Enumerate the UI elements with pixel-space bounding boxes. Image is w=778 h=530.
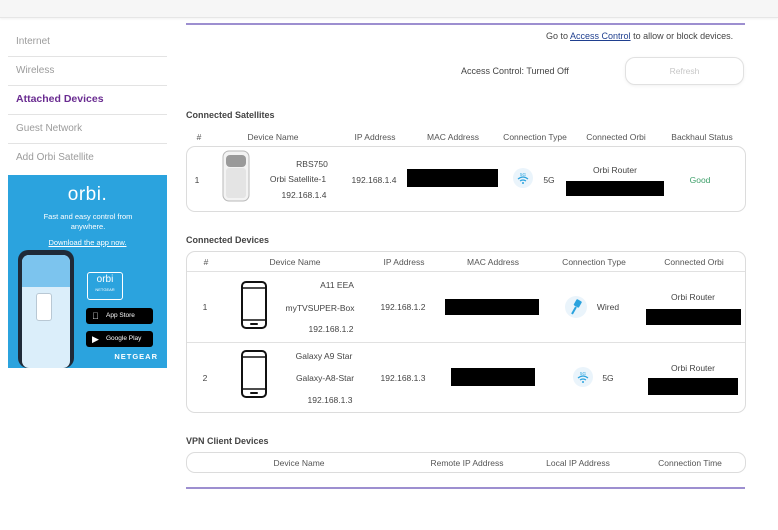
- redacted-orbi-mac: [648, 378, 738, 395]
- promo-tagline: Fast and easy control from anywhere.: [43, 212, 133, 231]
- google-play-button[interactable]: ▶ Google Play: [86, 331, 153, 347]
- satellite-connected-orbi: Orbi Router: [593, 165, 637, 175]
- phone-illustration: [18, 250, 74, 368]
- col-header: Connected Orbi: [586, 132, 646, 142]
- col-header: MAC Address: [467, 257, 519, 267]
- refresh-button[interactable]: Refresh: [625, 57, 744, 85]
- device-model: A11 EEA: [320, 280, 354, 290]
- satellite-ip-sub: 192.168.1.4: [281, 190, 327, 200]
- col-header: Connected Orbi: [664, 257, 724, 267]
- col-header: #: [196, 132, 202, 142]
- device-connected-orbi: Orbi Router: [671, 292, 715, 302]
- sidebar-item-attached-devices[interactable]: Attached Devices: [8, 86, 167, 115]
- col-header: IP Address: [354, 132, 396, 142]
- device-connection: Wired: [596, 302, 620, 312]
- sidebar-item-internet[interactable]: Internet: [8, 28, 167, 57]
- orbi-logo: orbi.: [67, 184, 108, 205]
- wifi-5g-icon: 5G: [573, 367, 593, 387]
- svg-text:5G: 5G: [520, 172, 527, 177]
- wifi-5g-icon: 5G: [513, 168, 533, 188]
- row-number: 1: [202, 302, 208, 312]
- device-ip: 192.168.1.2: [380, 302, 426, 312]
- row-number: 1: [194, 175, 200, 185]
- apple-icon: : [92, 308, 99, 324]
- redacted-mac: [407, 169, 498, 187]
- redacted-orbi-mac: [646, 309, 741, 325]
- col-header: Remote IP Address: [430, 458, 504, 468]
- col-header: Local IP Address: [546, 458, 610, 468]
- satellite-name: Orbi Satellite-1: [269, 174, 327, 184]
- device-ip-sub: 192.168.1.3: [307, 395, 353, 405]
- col-header: Device Name: [247, 132, 299, 142]
- redacted-mac: [445, 299, 539, 315]
- orbi-app-logo: orbi NETGEAR: [87, 272, 123, 300]
- col-header: Connection Type: [562, 257, 626, 267]
- phone-icon: [240, 281, 268, 329]
- sidebar-item-guest-network[interactable]: Guest Network: [8, 115, 167, 144]
- top-header-bar: [0, 0, 778, 18]
- connected-satellites-title: Connected Satellites: [186, 110, 275, 120]
- connected-devices-title: Connected Devices: [186, 235, 270, 245]
- satellite-device-icon: [221, 150, 251, 202]
- netgear-logo: NETGEAR: [114, 352, 158, 361]
- satellite-connection: 5G: [543, 175, 555, 185]
- phone-icon: [240, 350, 268, 398]
- device-model: Galaxy A9 Star: [295, 351, 353, 361]
- row-number: 2: [202, 373, 208, 383]
- col-header: MAC Address: [427, 132, 479, 142]
- sidebar-item-add-orbi-satellite[interactable]: Add Orbi Satellite: [8, 144, 167, 173]
- device-name: myTVSUPER-Box: [285, 303, 355, 313]
- col-header: Device Name: [269, 257, 321, 267]
- col-header: #: [203, 257, 209, 267]
- device-connected-orbi: Orbi Router: [671, 363, 715, 373]
- satellite-model: RBS750: [296, 159, 328, 169]
- row-divider: [187, 271, 745, 272]
- device-connection: 5G: [602, 373, 614, 383]
- satellite-ip: 192.168.1.4: [351, 175, 397, 185]
- orbi-app-promo-banner[interactable]: orbi. Fast and easy control from anywher…: [8, 175, 167, 368]
- row-divider: [187, 342, 745, 343]
- redacted-orbi-mac: [566, 181, 664, 196]
- sidebar-nav: Internet Wireless Attached Devices Guest…: [8, 28, 167, 173]
- access-control-hint: Go to Access Control to allow or block d…: [546, 31, 734, 41]
- svg-text:5G: 5G: [580, 371, 587, 376]
- device-ip: 192.168.1.3: [380, 373, 426, 383]
- top-divider: [186, 23, 745, 25]
- col-header: Backhaul Status: [671, 132, 733, 142]
- col-header: Connection Type: [503, 132, 567, 142]
- sidebar-item-wireless[interactable]: Wireless: [8, 57, 167, 86]
- ethernet-icon: [565, 296, 587, 318]
- col-header: Connection Time: [658, 458, 722, 468]
- access-control-status: Access Control: Turned Off: [461, 66, 569, 76]
- vpn-client-devices-title: VPN Client Devices: [186, 436, 269, 446]
- bottom-divider: [186, 487, 745, 489]
- app-store-button[interactable]:  App Store: [86, 308, 153, 324]
- backhaul-status: Good: [689, 175, 711, 185]
- redacted-mac: [451, 368, 535, 386]
- access-control-link[interactable]: Access Control: [570, 31, 631, 41]
- col-header: Device Name: [273, 458, 325, 468]
- device-name: Galaxy-A8-Star: [295, 373, 355, 383]
- device-ip-sub: 192.168.1.2: [308, 324, 354, 334]
- download-app-link[interactable]: Download the app now.: [8, 238, 167, 247]
- col-header: IP Address: [383, 257, 425, 267]
- play-icon: ▶: [92, 334, 99, 344]
